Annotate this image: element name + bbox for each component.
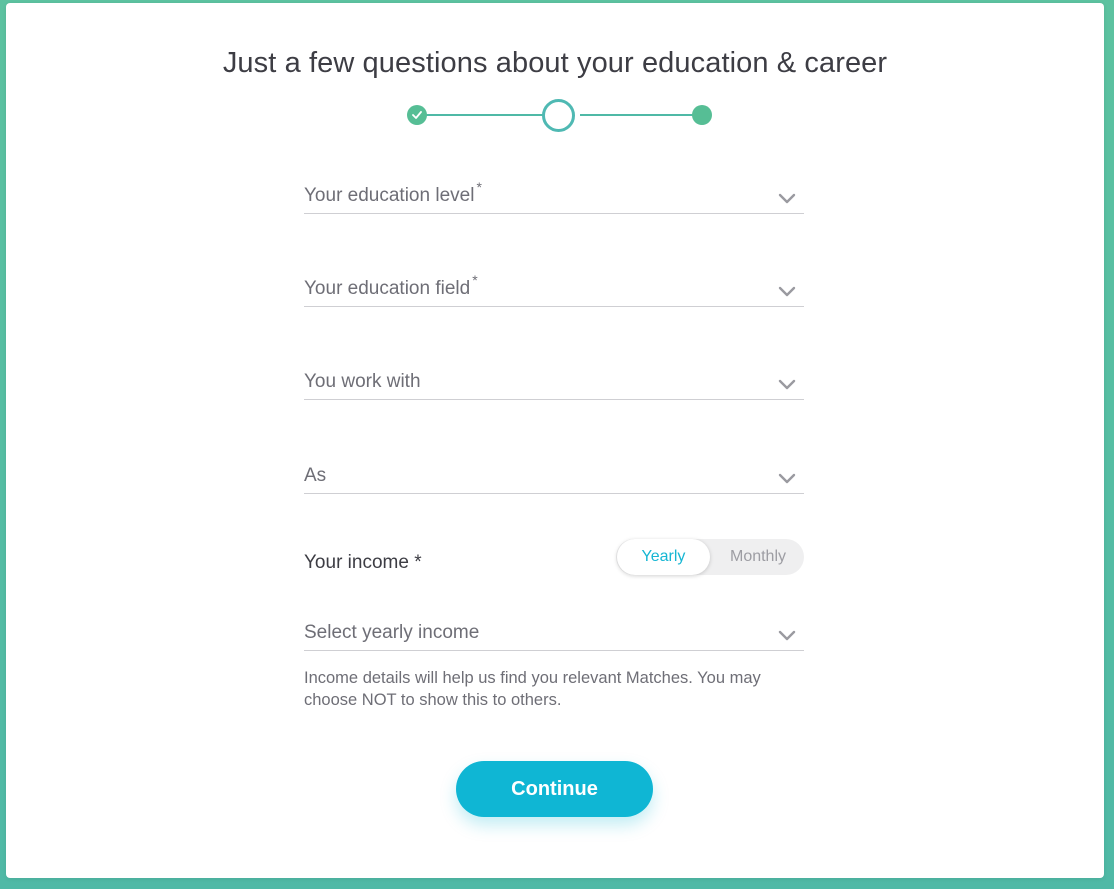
work-with-label: You work with	[304, 371, 421, 392]
education-level-select[interactable]: Your education level *	[304, 170, 804, 214]
education-field-label: Your education field *	[304, 272, 478, 299]
required-mark: *	[476, 179, 482, 195]
chevron-down-icon	[778, 193, 796, 204]
work-as-label: As	[304, 465, 327, 486]
check-icon	[412, 111, 422, 119]
education-field-select[interactable]: Your education field *	[304, 263, 804, 307]
yearly-income-select[interactable]: Select yearly income	[304, 607, 804, 651]
required-mark: *	[472, 272, 478, 288]
chevron-down-icon	[778, 379, 796, 390]
toggle-yearly[interactable]: Yearly	[617, 539, 710, 575]
step-2-current	[542, 99, 575, 132]
work-as-select[interactable]: As	[304, 450, 804, 494]
work-with-select[interactable]: You work with	[304, 356, 804, 400]
toggle-monthly[interactable]: Monthly	[712, 539, 804, 575]
form-card: Just a few questions about your educatio…	[6, 3, 1104, 878]
stepper-connector-1	[416, 114, 548, 116]
step-1-completed	[407, 105, 427, 125]
income-helper-text: Income details will help us find you rel…	[304, 669, 761, 709]
income-label: Your income *	[304, 552, 422, 573]
income-period-toggle: Yearly Monthly	[616, 539, 804, 575]
chevron-down-icon	[778, 473, 796, 484]
continue-button[interactable]: Continue	[456, 761, 653, 817]
education-level-label: Your education level *	[304, 179, 482, 206]
chevron-down-icon	[778, 630, 796, 641]
page-title: Just a few questions about your educatio…	[222, 47, 888, 79]
yearly-income-label: Select yearly income	[304, 622, 480, 643]
progress-stepper	[402, 97, 712, 133]
stepper-connector-2	[580, 114, 696, 116]
chevron-down-icon	[778, 286, 796, 297]
step-3-upcoming	[692, 105, 712, 125]
